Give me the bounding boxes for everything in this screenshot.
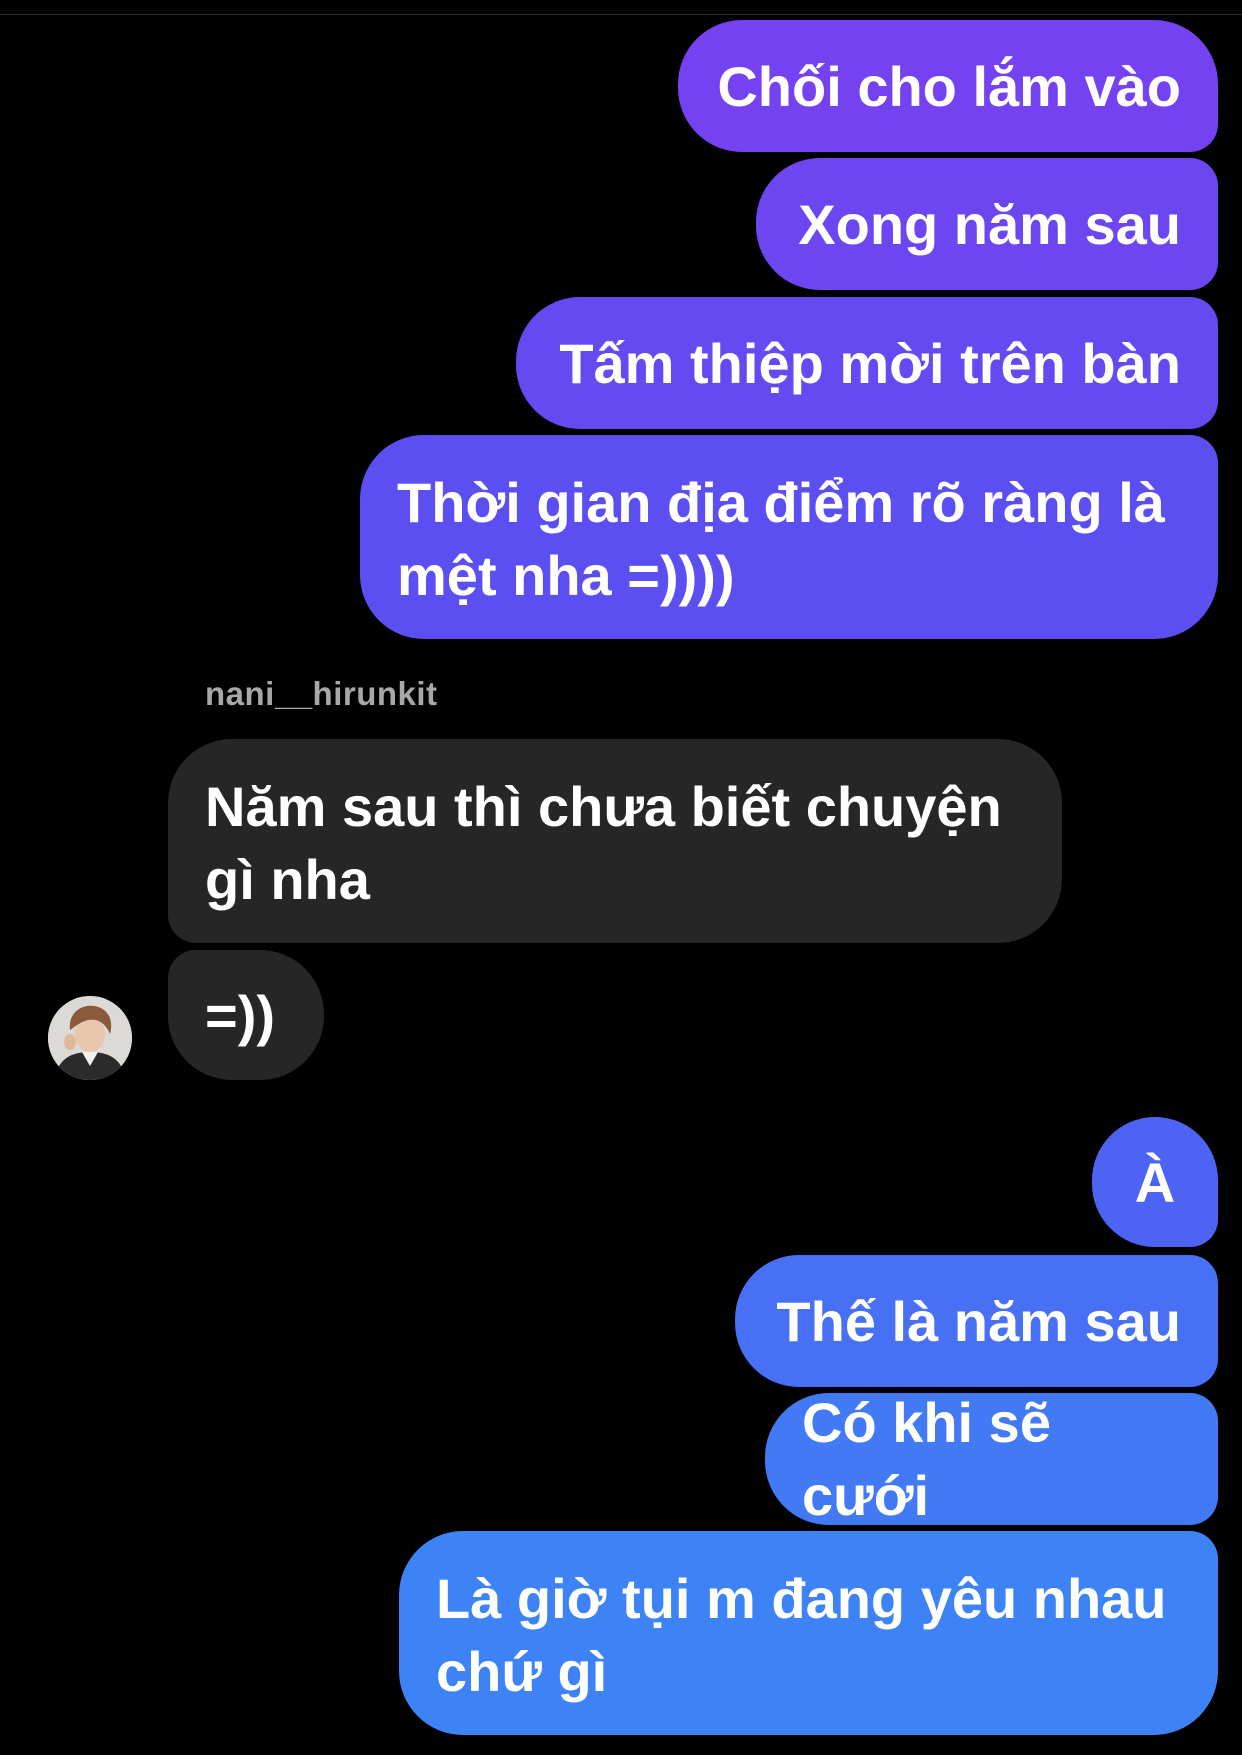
sent-message[interactable]: Thời gian địa điểm rõ ràng là mệt nha =)… [360, 435, 1218, 639]
sent-message[interactable]: Xong năm sau [756, 158, 1218, 290]
received-message[interactable]: =)) [168, 950, 324, 1080]
message-text: À [1134, 1150, 1176, 1214]
message-text: Thế là năm sau [776, 1289, 1181, 1353]
sent-message[interactable]: À [1092, 1117, 1218, 1247]
header-divider [0, 14, 1242, 15]
sender-username: nani__hirunkit [205, 675, 438, 712]
message-text: Xong năm sau [798, 192, 1181, 256]
sent-message[interactable]: Là giờ tụi m đang yêu nhau chứ gì [399, 1531, 1218, 1735]
message-text: =)) [205, 983, 275, 1047]
message-text: Năm sau thì chưa biết chuyện gì nha [205, 775, 1002, 911]
message-text: Là giờ tụi m đang yêu nhau chứ gì [436, 1567, 1167, 1703]
sent-message[interactable]: Thế là năm sau [735, 1255, 1218, 1387]
received-message[interactable]: Năm sau thì chưa biết chuyện gì nha [168, 739, 1062, 943]
message-text: Chối cho lắm vào [717, 54, 1181, 118]
avatar[interactable] [48, 996, 132, 1080]
sent-message[interactable]: Tấm thiệp mời trên bàn [516, 297, 1218, 429]
message-text: Tấm thiệp mời trên bàn [559, 331, 1181, 395]
profile-photo-icon [48, 996, 132, 1080]
message-text: Có khi sẽ cưới [802, 1391, 1067, 1527]
sent-message[interactable]: Có khi sẽ cưới [765, 1391, 1218, 1527]
message-text: Thời gian địa điểm rõ ràng là mệt nha =)… [397, 471, 1165, 607]
sent-message[interactable]: Chối cho lắm vào [678, 20, 1218, 152]
